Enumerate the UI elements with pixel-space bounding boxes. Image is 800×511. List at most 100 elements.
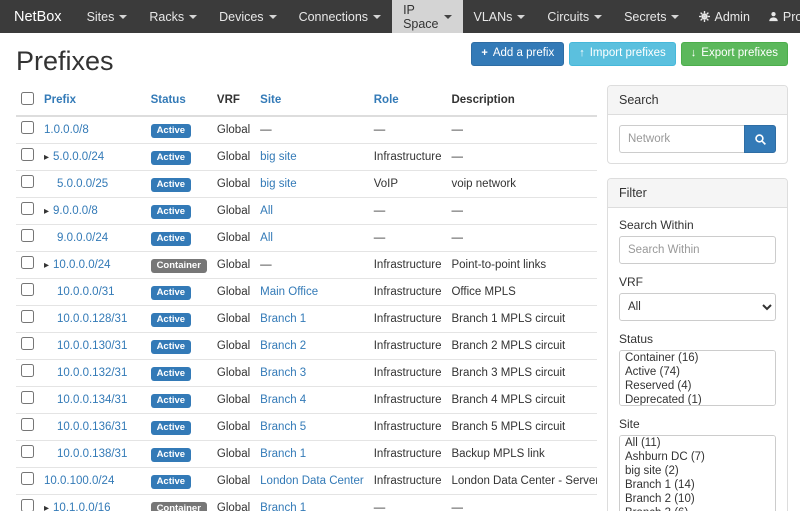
select-option[interactable]: Branch 3 (6)	[620, 506, 775, 511]
select-option[interactable]: Ashburn DC (7)	[620, 450, 775, 464]
role-cell: —	[369, 116, 447, 144]
select-option[interactable]: Reserved (4)	[620, 379, 775, 393]
prefix-link[interactable]: 10.1.0.0/16	[53, 502, 111, 511]
description-cell: Point-to-point links	[446, 252, 597, 279]
row-checkbox[interactable]	[21, 472, 34, 485]
nav-item-ip-space[interactable]: IP Space	[392, 0, 462, 33]
row-checkbox[interactable]	[21, 418, 34, 431]
nav-item-admin[interactable]: Admin	[690, 0, 758, 33]
select-option[interactable]: Branch 1 (14)	[620, 478, 775, 492]
table-row: 5.0.0.0/25ActiveGlobalbig siteVoIPvoip n…	[16, 171, 597, 198]
nav-item-racks[interactable]: Racks	[138, 0, 208, 33]
prefix-link[interactable]: 10.0.0.0/24	[53, 259, 111, 271]
select-option[interactable]: Container (16)	[620, 351, 775, 365]
select-option[interactable]: All (11)	[620, 436, 775, 450]
role-cell: Infrastructure	[369, 279, 447, 306]
search-input[interactable]	[619, 125, 744, 153]
columns: PrefixStatusVRFSiteRoleDescription 1.0.0…	[16, 85, 788, 511]
vrf-select[interactable]: All	[619, 293, 776, 321]
add-prefix-button[interactable]: + Add a prefix	[471, 42, 564, 66]
nav-item-connections[interactable]: Connections	[288, 0, 393, 33]
site-link[interactable]: big site	[260, 151, 296, 163]
nav-item-sites[interactable]: Sites	[76, 0, 139, 33]
vrf-cell: Global	[212, 252, 255, 279]
search-within-input[interactable]	[619, 236, 776, 264]
status-badge: Active	[151, 421, 192, 436]
row-checkbox[interactable]	[21, 256, 34, 269]
row-checkbox[interactable]	[21, 175, 34, 188]
expand-caret-icon[interactable]	[44, 503, 49, 511]
prefix-link[interactable]: 10.0.100.0/24	[44, 475, 114, 487]
prefix-link[interactable]: 10.0.0.138/31	[57, 448, 127, 460]
site-link[interactable]: Branch 2	[260, 340, 306, 352]
site-link[interactable]: Branch 4	[260, 394, 306, 406]
prefix-link[interactable]: 1.0.0.0/8	[44, 124, 89, 136]
site-link[interactable]: All	[260, 205, 273, 217]
select-option[interactable]: big site (2)	[620, 464, 775, 478]
nav-item-profile[interactable]: Profile	[759, 0, 800, 33]
select-option[interactable]: Branch 2 (10)	[620, 492, 775, 506]
row-checkbox[interactable]	[21, 202, 34, 215]
site-link[interactable]: Branch 1	[260, 502, 306, 511]
site-select[interactable]: All (11)Ashburn DC (7)big site (2)Branch…	[619, 435, 776, 511]
row-checkbox[interactable]	[21, 148, 34, 161]
column-header-role[interactable]: Role	[374, 94, 399, 106]
status-select[interactable]: Container (16)Active (74)Reserved (4)Dep…	[619, 350, 776, 406]
column-header-status[interactable]: Status	[151, 94, 186, 106]
site-link[interactable]: Branch 3	[260, 367, 306, 379]
prefix-link[interactable]: 10.0.0.130/31	[57, 340, 127, 352]
select-all-checkbox[interactable]	[21, 92, 34, 105]
expand-caret-icon[interactable]	[44, 206, 49, 217]
row-checkbox[interactable]	[21, 229, 34, 242]
row-checkbox[interactable]	[21, 121, 34, 134]
brand-netbox[interactable]: NetBox	[0, 0, 76, 33]
nav-item-secrets[interactable]: Secrets	[613, 0, 690, 33]
expand-caret-icon[interactable]	[44, 152, 49, 163]
site-link[interactable]: Branch 1	[260, 313, 306, 325]
role-cell: Infrastructure	[369, 333, 447, 360]
prefix-link[interactable]: 10.0.0.128/31	[57, 313, 127, 325]
site-link[interactable]: London Data Center	[260, 475, 364, 487]
nav-item-label: VLANs	[474, 10, 513, 24]
row-checkbox[interactable]	[21, 391, 34, 404]
row-checkbox[interactable]	[21, 445, 34, 458]
site-cell: Branch 1	[255, 306, 369, 333]
row-checkbox[interactable]	[21, 499, 34, 511]
nav-item-circuits[interactable]: Circuits	[536, 0, 613, 33]
nav-item-devices[interactable]: Devices	[208, 0, 287, 33]
expand-caret-icon[interactable]	[44, 260, 49, 271]
prefix-link[interactable]: 9.0.0.0/8	[53, 205, 98, 217]
prefix-link[interactable]: 9.0.0.0/24	[57, 232, 108, 244]
column-header-site[interactable]: Site	[260, 94, 281, 106]
prefix-link[interactable]: 10.0.0.136/31	[57, 421, 127, 433]
row-checkbox[interactable]	[21, 337, 34, 350]
row-checkbox[interactable]	[21, 364, 34, 377]
prefix-link[interactable]: 10.0.0.134/31	[57, 394, 127, 406]
import-prefixes-button[interactable]: ↑ Import prefixes	[569, 42, 676, 66]
site-cell: big site	[255, 144, 369, 171]
top-navbar: NetBox SitesRacksDevicesConnectionsIP Sp…	[0, 0, 800, 33]
site-cell: Branch 2	[255, 333, 369, 360]
row-checkbox[interactable]	[21, 310, 34, 323]
prefix-link[interactable]: 5.0.0.0/24	[53, 151, 104, 163]
select-option[interactable]: Active (74)	[620, 365, 775, 379]
prefix-link[interactable]: 10.0.0.0/31	[57, 286, 115, 298]
site-cell: Main Office	[255, 279, 369, 306]
column-header-prefix[interactable]: Prefix	[44, 94, 76, 106]
prefix-link[interactable]: 10.0.0.132/31	[57, 367, 127, 379]
site-link[interactable]: All	[260, 232, 273, 244]
nav-item-label: Admin	[714, 10, 749, 24]
table-body: 1.0.0.0/8ActiveGlobal———5.0.0.0/24Active…	[16, 116, 597, 511]
export-prefixes-button[interactable]: ↓ Export prefixes	[681, 42, 788, 66]
site-link[interactable]: big site	[260, 178, 296, 190]
nav-item-vlans[interactable]: VLANs	[463, 0, 537, 33]
row-checkbox[interactable]	[21, 283, 34, 296]
search-button[interactable]	[744, 125, 776, 153]
site-link[interactable]: Branch 5	[260, 421, 306, 433]
site-link[interactable]: Branch 1	[260, 448, 306, 460]
vrf-cell: Global	[212, 360, 255, 387]
select-option[interactable]: Deprecated (1)	[620, 393, 775, 406]
prefix-link[interactable]: 5.0.0.0/25	[57, 178, 108, 190]
site-link[interactable]: Main Office	[260, 286, 318, 298]
role-cell: Infrastructure	[369, 468, 447, 495]
